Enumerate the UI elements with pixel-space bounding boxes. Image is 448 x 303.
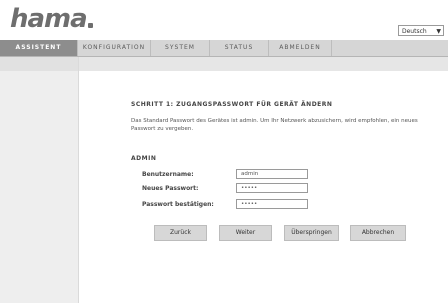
language-value: Deutsch [402,28,427,35]
skip-button[interactable]: Überspringen [284,225,339,241]
username-label: Benutzername: [142,171,194,178]
back-button[interactable]: Zurück [154,225,207,241]
cancel-button[interactable]: Abbrechen [350,225,406,241]
sidebar [0,57,79,303]
sidebar-header [0,57,78,71]
tab-konfiguration[interactable]: KONFIGURATION [78,40,151,56]
step-title: SCHRITT 1: ZUGANGSPASSWORT FÜR GERÄT ÄND… [131,101,333,108]
new-password-label: Neues Passwort: [142,185,199,192]
username-field[interactable]: admin [236,169,308,179]
main-navigation: ASSISTENT KONFIGURATION SYSTEM STATUS AB… [0,40,448,57]
new-password-field[interactable]: ••••• [236,183,308,193]
tab-system[interactable]: SYSTEM [151,40,210,56]
language-select[interactable]: Deutsch ▼ [398,25,444,36]
confirm-password-field[interactable]: ••••• [236,199,308,209]
header: hama Deutsch ▼ [0,0,448,42]
tab-abmelden[interactable]: ABMELDEN [269,40,332,56]
logo-text: hama [10,4,88,34]
next-button[interactable]: Weiter [219,225,272,241]
section-title: ADMIN [131,155,157,162]
confirm-password-label: Passwort bestätigen: [142,201,214,208]
chevron-down-icon: ▼ [436,28,441,35]
step-description: Das Standard Passwort des Gerätes ist ad… [131,118,418,132]
main-header-band [79,57,448,71]
hama-logo: hama [10,4,93,34]
tab-assistent[interactable]: ASSISTENT [0,40,78,56]
main-content: SCHRITT 1: ZUGANGSPASSWORT FÜR GERÄT ÄND… [79,57,448,303]
tab-status[interactable]: STATUS [210,40,269,56]
logo-dot [87,23,93,28]
